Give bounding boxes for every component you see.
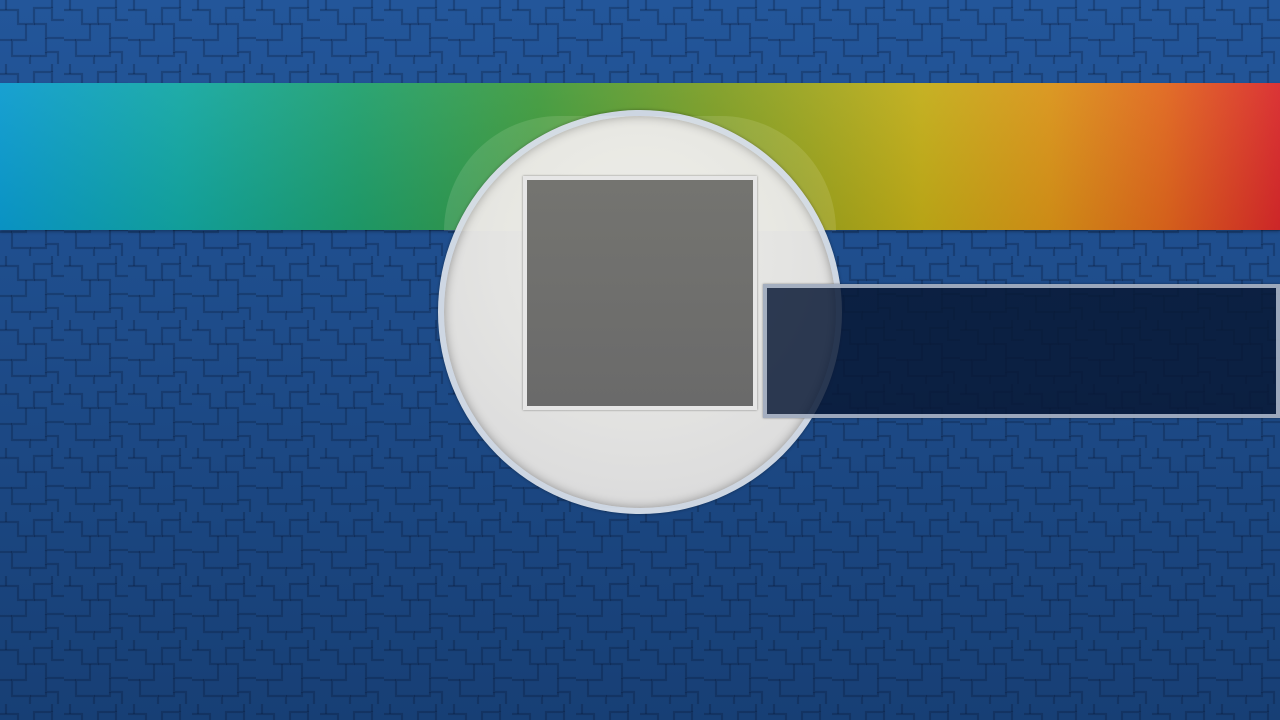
square-frame xyxy=(523,176,757,410)
wide-rectangle-frame xyxy=(763,284,1280,418)
desktop-stage xyxy=(0,0,1280,720)
